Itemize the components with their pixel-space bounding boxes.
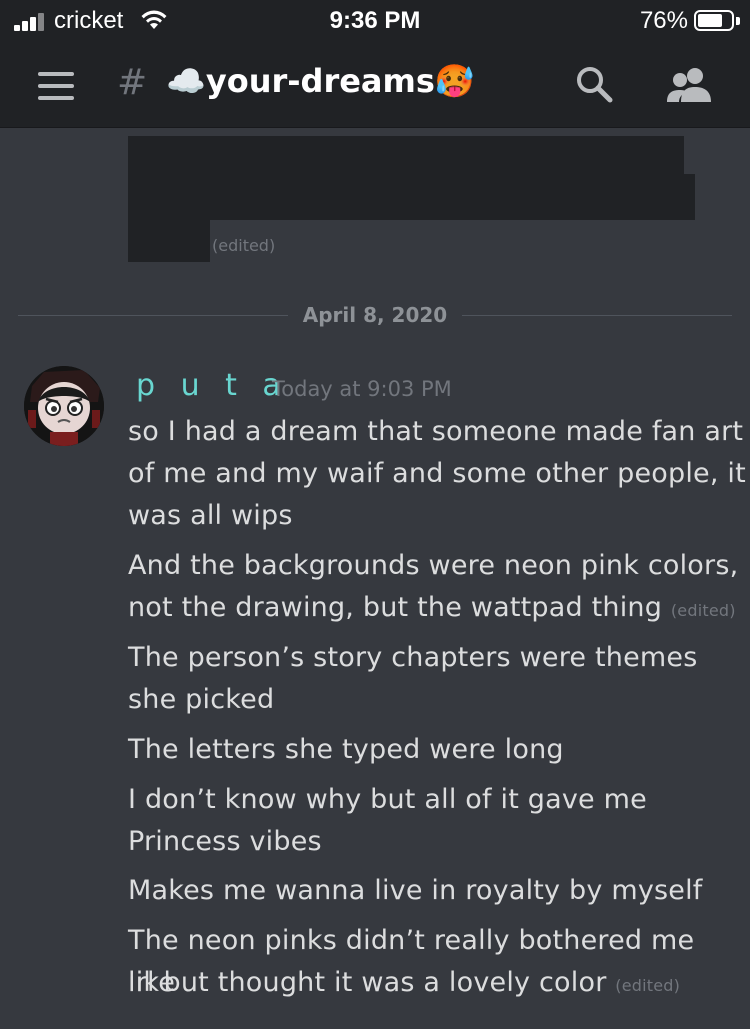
channel-hash-icon: # xyxy=(117,62,148,103)
message-line: The letters she typed were long xyxy=(128,729,564,771)
avatar[interactable] xyxy=(24,366,104,446)
message-line: I don’t know why but all of it gave me xyxy=(128,779,647,821)
battery-level xyxy=(698,14,722,27)
battery-nub xyxy=(736,17,740,25)
search-icon[interactable] xyxy=(574,64,614,104)
message-text: I don’t know why but all of it gave me xyxy=(128,784,647,815)
status-bar: cricket 9:36 PM 76% xyxy=(0,0,750,42)
redacted-block xyxy=(128,218,210,262)
avatar-face-icon xyxy=(24,366,104,446)
message-text: And the backgrounds were neon pink color… xyxy=(128,550,739,581)
message-line: she picked xyxy=(128,679,274,721)
message-text: she picked xyxy=(128,684,275,715)
message-text: of me and my waif and some other people,… xyxy=(128,458,746,489)
message-text: The letters she typed were long xyxy=(128,734,564,765)
channel-name[interactable]: ☁️your-dreams🥵 xyxy=(166,62,475,100)
message-text: Princess vibes xyxy=(128,826,322,857)
redacted-block xyxy=(128,174,695,220)
message-timestamp: Today at 9:03 PM xyxy=(272,377,452,401)
message-line: Makes me wanna live in royalty by myself xyxy=(128,870,703,912)
hamburger-icon[interactable] xyxy=(38,72,74,100)
message-line: Princess vibes xyxy=(128,821,322,863)
edited-label: (edited) xyxy=(212,236,276,255)
edited-label: (edited) xyxy=(670,601,736,620)
members-icon[interactable] xyxy=(665,66,713,104)
message-text: irl but thought it was a lovely color xyxy=(128,967,607,998)
message-text: The person’s story chapters were themes xyxy=(128,642,698,673)
message-line: of me and my waif and some other people,… xyxy=(128,453,746,495)
channel-header: # ☁️your-dreams🥵 xyxy=(0,42,750,128)
battery-icon xyxy=(694,10,734,31)
battery-percent: 76% xyxy=(639,7,688,34)
message-line: The person’s story chapters were themes xyxy=(128,637,698,679)
redacted-block xyxy=(128,136,684,176)
message-line: not the drawing, but the wattpad thing (… xyxy=(128,587,736,632)
divider-line-right xyxy=(462,315,732,316)
clock: 9:36 PM xyxy=(329,7,421,34)
message-line: irl but thought it was a lovely color (e… xyxy=(128,962,680,1007)
message-text: not the drawing, but the wattpad thing xyxy=(128,592,663,623)
message-text: Makes me wanna live in royalty by myself xyxy=(128,875,703,906)
message-line: so I had a dream that someone made fan a… xyxy=(128,411,743,453)
message-text: so I had a dream that someone made fan a… xyxy=(128,416,744,447)
edited-label: (edited) xyxy=(615,976,681,995)
message-text: was all wips xyxy=(128,500,293,531)
message-line: And the backgrounds were neon pink color… xyxy=(128,545,738,587)
username[interactable]: p u t a xyxy=(136,368,289,403)
message-line: was all wips xyxy=(128,495,293,537)
